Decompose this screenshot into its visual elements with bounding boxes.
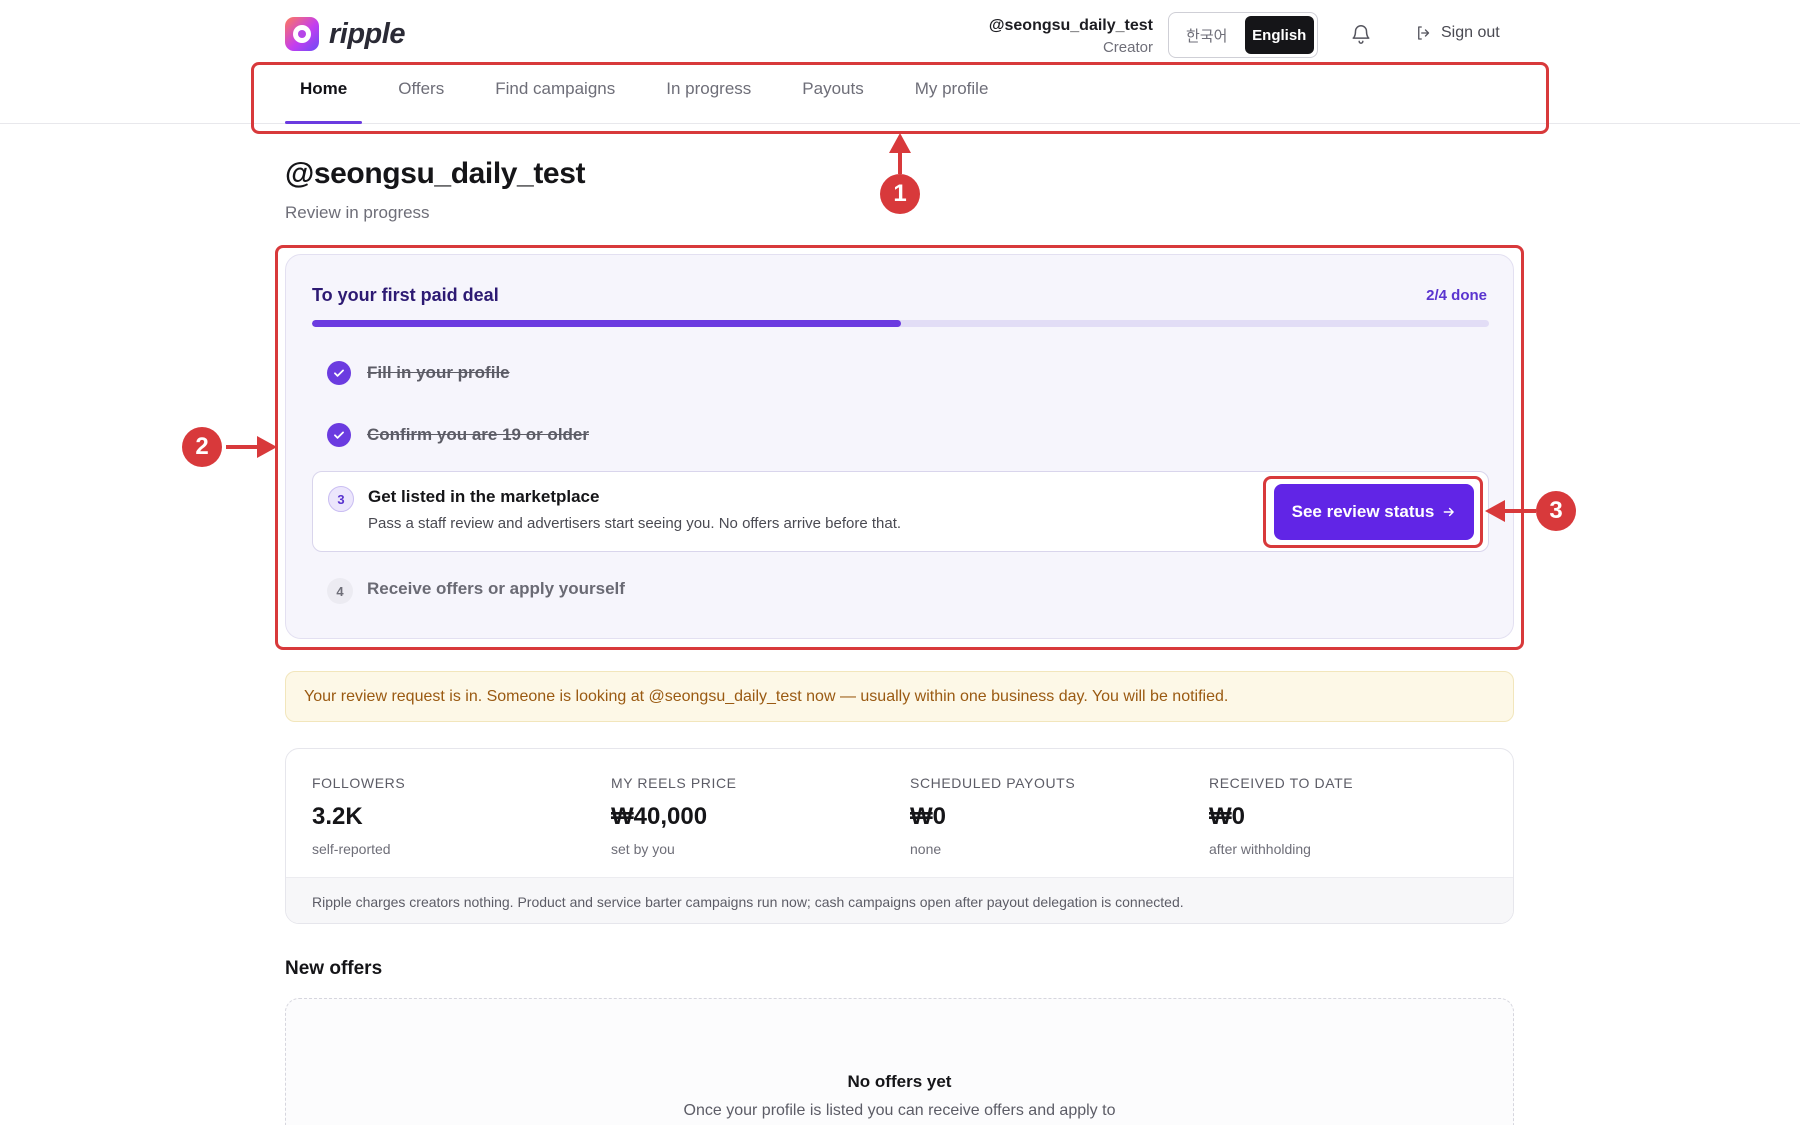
user-info: @seongsu_daily_test Creator — [989, 17, 1153, 56]
stat-note: set by you — [611, 841, 675, 857]
stat-value: ₩40,000 — [611, 803, 708, 830]
offers-empty-state: No offers yet Once your profile is liste… — [285, 998, 1514, 1125]
sign-out-icon — [1418, 26, 1430, 40]
stat-reels-price: MY REELS PRICE ₩40,000 set by you — [611, 775, 901, 857]
ripple-logo-icon — [285, 17, 319, 51]
user-role: Creator — [1102, 39, 1153, 56]
sign-out-button[interactable]: Sign out — [1415, 24, 1500, 42]
stats-footer-text: Ripple charges creators nothing. Product… — [312, 893, 1184, 910]
annotation-marker-3: 3 — [1536, 491, 1576, 531]
annotation-box-3 — [1263, 476, 1483, 548]
stat-label: SCHEDULED PAYOUTS — [910, 775, 1076, 791]
stat-scheduled-payouts: SCHEDULED PAYOUTS ₩0 none — [910, 775, 1200, 857]
stat-note: self-reported — [312, 841, 391, 857]
stats-card: FOLLOWERS 3.2K self-reported MY REELS PR… — [285, 748, 1514, 924]
annotation-box-2 — [275, 245, 1524, 650]
user-handle: @seongsu_daily_test — [988, 17, 1153, 34]
bell-icon[interactable] — [1350, 22, 1372, 46]
stat-value: ₩0 — [910, 803, 946, 830]
stat-followers: FOLLOWERS 3.2K self-reported — [312, 775, 602, 857]
stats-footer-note: Ripple charges creators nothing. Product… — [286, 877, 1513, 923]
annotation-marker-1: 1 — [880, 174, 920, 214]
annotation-box-1 — [251, 62, 1549, 134]
new-offers-title: New offers — [285, 958, 383, 979]
ripple-logo[interactable]: ripple — [285, 17, 405, 51]
empty-state-description: Once your profile is listed you can rece… — [683, 1102, 1116, 1119]
review-notice-text: Your review request is in. Someone is lo… — [304, 687, 1229, 705]
stat-note: none — [910, 841, 942, 857]
stat-label: FOLLOWERS — [312, 775, 406, 791]
stat-note: after withholding — [1209, 841, 1311, 857]
annotation-marker-2: 2 — [182, 427, 222, 467]
empty-state-title: No offers yet — [847, 1072, 952, 1091]
stat-label: RECEIVED TO DATE — [1209, 775, 1354, 791]
stat-value: 3.2K — [312, 803, 363, 830]
language-toggle: 한국어 English — [1168, 12, 1318, 58]
stat-label: MY REELS PRICE — [611, 775, 737, 791]
review-notice: Your review request is in. Someone is lo… — [285, 671, 1514, 722]
page-subtitle: Review in progress — [285, 203, 430, 222]
stat-received-to-date: RECEIVED TO DATE ₩0 after withholding — [1209, 775, 1499, 857]
language-option-english[interactable]: English — [1244, 16, 1314, 54]
page-title: @seongsu_daily_test — [285, 157, 586, 190]
brand-name: ripple — [329, 17, 405, 50]
stat-value: ₩0 — [1209, 803, 1245, 830]
language-option-korean[interactable]: 한국어 — [1172, 16, 1242, 54]
sign-out-label: Sign out — [1441, 24, 1500, 41]
